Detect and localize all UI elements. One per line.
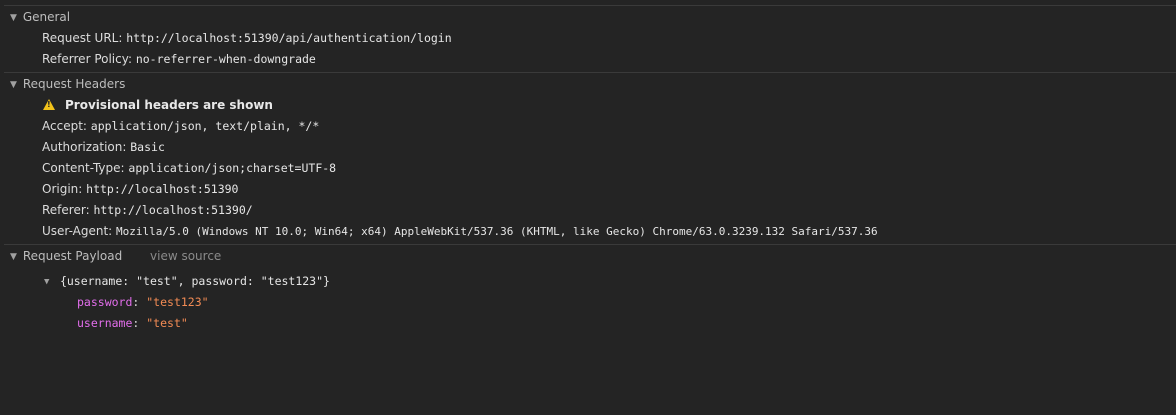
triangle-down-icon[interactable]: ▼ bbox=[10, 74, 19, 96]
general-section: ▼ General Request URL: http://localhost:… bbox=[4, 6, 1176, 73]
header-value: application/json;charset=UTF-8 bbox=[128, 161, 337, 175]
property-key: password bbox=[77, 295, 133, 309]
payload-object-line[interactable]: ▼ {username: "test", password: "test123"… bbox=[4, 271, 1176, 292]
payload-tree: ▼ {username: "test", password: "test123"… bbox=[4, 267, 1176, 391]
request-headers-title: Request Headers bbox=[22, 77, 126, 91]
payload-property: username: "test" bbox=[77, 316, 188, 330]
header-key: Accept: bbox=[42, 119, 87, 133]
request-payload-section: ▼ Request Payload view source ▼ {usernam… bbox=[4, 245, 1176, 391]
general-section-header[interactable]: ▼ General bbox=[4, 6, 1176, 28]
header-key: Request URL: bbox=[42, 31, 123, 45]
property-value: "test123" bbox=[146, 295, 209, 309]
provisional-warning: Provisional headers are shown bbox=[4, 95, 1176, 116]
triangle-down-icon[interactable]: ▼ bbox=[10, 7, 19, 29]
header-row: Referrer Policy: no-referrer-when-downgr… bbox=[4, 49, 1176, 70]
payload-property: password: "test123" bbox=[77, 295, 209, 309]
triangle-down-icon[interactable]: ▼ bbox=[10, 246, 19, 268]
header-value: http://localhost:51390/api/authenticatio… bbox=[126, 31, 452, 45]
header-key: Referer: bbox=[42, 203, 90, 217]
header-row: Origin: http://localhost:51390 bbox=[4, 179, 1176, 200]
request-headers-section: ▼ Request Headers Provisional headers ar… bbox=[4, 73, 1176, 245]
request-payload-title: Request Payload bbox=[22, 249, 123, 263]
view-source-link[interactable]: view source bbox=[150, 249, 221, 263]
header-row: User-Agent: Mozilla/5.0 (Windows NT 10.0… bbox=[4, 221, 1176, 242]
header-key: Origin: bbox=[42, 182, 83, 196]
header-value: Basic bbox=[130, 140, 165, 154]
header-value: Mozilla/5.0 (Windows NT 10.0; Win64; x64… bbox=[116, 225, 878, 238]
header-key: User-Agent: bbox=[42, 224, 113, 238]
header-key: Authorization: bbox=[42, 140, 127, 154]
warning-text: Provisional headers are shown bbox=[65, 98, 273, 112]
triangle-down-icon[interactable]: ▼ bbox=[44, 272, 53, 293]
header-row: Request URL: http://localhost:51390/api/… bbox=[4, 28, 1176, 49]
property-key: username bbox=[77, 316, 133, 330]
property-value: "test" bbox=[146, 316, 188, 330]
header-row: Accept: application/json, text/plain, */… bbox=[4, 116, 1176, 137]
header-key: Referrer Policy: bbox=[42, 52, 132, 66]
header-value: no-referrer-when-downgrade bbox=[135, 52, 316, 66]
header-row: Referer: http://localhost:51390/ bbox=[4, 200, 1176, 221]
header-key: Content-Type: bbox=[42, 161, 125, 175]
payload-object-summary: {username: "test", password: "test123"} bbox=[59, 274, 330, 288]
request-headers-section-header[interactable]: ▼ Request Headers bbox=[4, 73, 1176, 95]
header-value: http://localhost:51390 bbox=[86, 182, 239, 196]
headers-panel: ▼ General Request URL: http://localhost:… bbox=[4, 5, 1176, 415]
header-value: http://localhost:51390/ bbox=[93, 203, 253, 217]
request-payload-section-header[interactable]: ▼ Request Payload view source bbox=[4, 245, 1176, 267]
warning-triangle-icon bbox=[43, 99, 55, 110]
header-row: Content-Type: application/json;charset=U… bbox=[4, 158, 1176, 179]
general-title: General bbox=[22, 10, 71, 24]
header-value: application/json, text/plain, */* bbox=[90, 119, 320, 133]
header-row: Authorization: Basic bbox=[4, 137, 1176, 158]
